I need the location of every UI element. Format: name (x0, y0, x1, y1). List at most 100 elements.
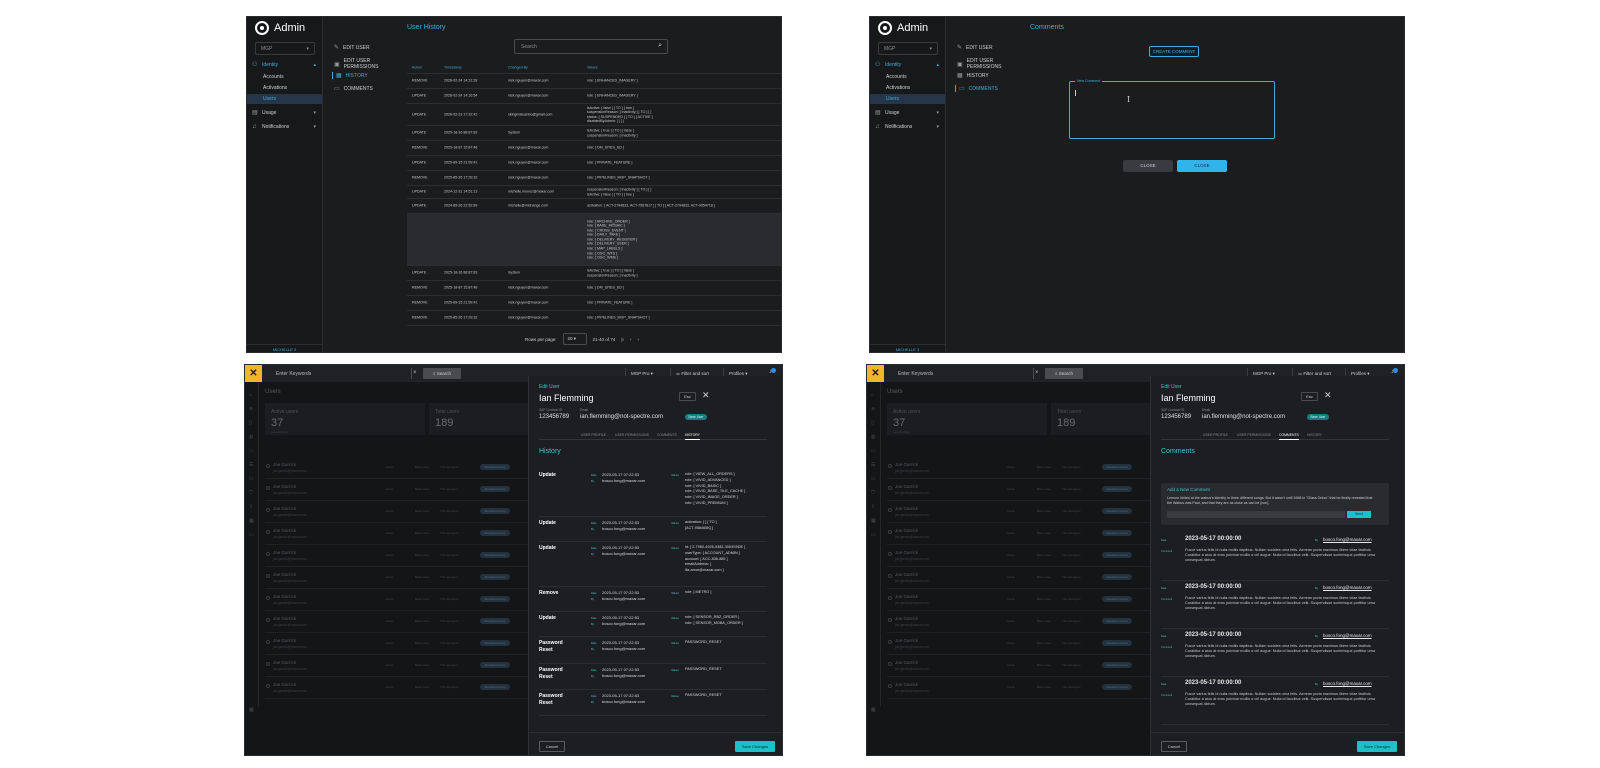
user-row[interactable]: Joe Garrick joe.garrick@maxar.com Active Ba… (887, 547, 1157, 567)
tab-user-profile[interactable]: User Profile (1203, 433, 1228, 437)
users-icon[interactable]: ⚇ (249, 476, 253, 482)
sub-item-activations[interactable]: Activations (870, 83, 945, 93)
row-checkbox[interactable] (266, 574, 270, 578)
layers-icon[interactable]: ≋ (871, 406, 875, 412)
subnav-comments[interactable]: ▭ Comments (955, 85, 998, 92)
user-row[interactable]: Joe Garrick joe.garrick@maxar.com Active Ba… (887, 525, 1157, 545)
nav-usage[interactable]: ▤ Usage ▾ (247, 107, 322, 118)
comment-author-link[interactable]: bosco.fong@maxar.com (1323, 585, 1372, 590)
comment-input-bar[interactable] (1167, 511, 1345, 518)
nav-notifications[interactable]: ♫ Notifications ▾ (870, 121, 945, 132)
subnav-comments[interactable]: ▭ Comments (334, 85, 373, 93)
layers-icon[interactable]: ≋ (249, 406, 253, 412)
document-icon[interactable]: ▯ (249, 420, 252, 426)
esc-button[interactable]: Esc (1301, 392, 1318, 401)
tab-comments[interactable]: Comments (657, 433, 677, 437)
user-row[interactable]: Joe Garrick joe.garrick@maxar.com Active Ba… (887, 591, 1157, 611)
sub-item-users[interactable]: Users (870, 94, 945, 104)
close-button-secondary[interactable]: Close (1123, 160, 1173, 172)
row-checkbox[interactable] (266, 684, 270, 688)
user-row[interactable]: Joe Garrick joe.garrick@maxar.com Active Ba… (887, 459, 1157, 479)
close-icon[interactable]: ✕ (1324, 390, 1332, 401)
user-row[interactable]: Joe Garrick joe.garrick@maxar.com Active Ba… (265, 525, 535, 545)
app-logo-icon[interactable]: ✕ (867, 365, 884, 382)
home-icon[interactable]: ⌂ (249, 392, 252, 398)
search-button[interactable]: ⌕ Search (423, 368, 461, 379)
globe-icon[interactable]: ◍ (249, 434, 253, 440)
save-changes-button[interactable]: Save Changes (735, 741, 775, 752)
sub-item-accounts[interactable]: Accounts (247, 72, 322, 82)
row-checkbox[interactable] (888, 508, 892, 512)
sub-item-activations[interactable]: Activations (247, 83, 322, 93)
column-header[interactable]: Changed By (508, 66, 528, 71)
clear-icon[interactable]: × (1035, 368, 1039, 379)
nav-notifications[interactable]: ♫ Notifications ▾ (247, 121, 322, 132)
monitor-icon[interactable]: ▭ (249, 532, 254, 538)
row-checkbox[interactable] (266, 618, 270, 622)
monitor-icon[interactable]: ▭ (871, 532, 876, 538)
folder-icon[interactable]: ▭ (249, 448, 254, 454)
column-header[interactable]: Timestamp (444, 66, 462, 71)
row-checkbox[interactable] (888, 552, 892, 556)
shield-icon[interactable]: ⛉ (249, 490, 253, 496)
tab-comments[interactable]: Comments (1279, 433, 1299, 440)
subnav-history[interactable]: ▦ History (332, 72, 368, 79)
next-page-icon[interactable]: › (637, 337, 639, 342)
keyword-search-input[interactable]: Enter Keywords (894, 368, 1034, 379)
user-row[interactable]: Joe Garrick joe.garrick@maxar.com Active Ba… (265, 591, 535, 611)
user-row[interactable]: Joe Garrick joe.garrick@maxar.com Active Ba… (265, 481, 535, 501)
upload-icon[interactable]: ⇧ (871, 504, 875, 510)
clear-icon[interactable]: × (413, 368, 417, 379)
row-checkbox[interactable] (888, 662, 892, 666)
subnav-history[interactable]: ▦ History (957, 72, 989, 80)
globe-icon[interactable]: ◍ (871, 434, 875, 440)
user-row[interactable]: Joe Garrick joe.garrick@maxar.com Active Ba… (887, 657, 1157, 677)
row-checkbox[interactable] (266, 640, 270, 644)
column-header[interactable]: Action (412, 66, 422, 71)
subnav-edit-user[interactable]: ✎ Edit User (334, 44, 370, 52)
user-row[interactable]: Joe Garrick joe.garrick@maxar.com Active Ba… (265, 679, 535, 699)
row-checkbox[interactable] (266, 552, 270, 556)
user-row[interactable]: Joe Garrick joe.garrick@maxar.com Active Ba… (265, 459, 535, 479)
row-checkbox[interactable] (888, 640, 892, 644)
close-button-primary[interactable]: Close (1177, 160, 1227, 172)
user-row[interactable]: Joe Garrick joe.garrick@maxar.com Active Ba… (887, 569, 1157, 589)
user-row[interactable]: Joe Garrick joe.garrick@maxar.com Active Ba… (265, 569, 535, 589)
row-checkbox[interactable] (888, 574, 892, 578)
row-checkbox[interactable] (266, 508, 270, 512)
tab-history[interactable]: History (1307, 433, 1322, 437)
tab-user-permissions[interactable]: User Permissions (615, 433, 649, 437)
shield-icon[interactable]: ⛉ (871, 490, 875, 496)
search-input[interactable]: Search ⌕ (514, 39, 668, 54)
send-comment-button[interactable]: Send (1347, 511, 1371, 518)
row-checkbox[interactable] (888, 684, 892, 688)
comment-author-link[interactable]: bosco.fong@maxar.com (1323, 633, 1372, 638)
row-checkbox[interactable] (266, 662, 270, 666)
row-checkbox[interactable] (888, 618, 892, 622)
list-icon[interactable]: ☰ (249, 462, 253, 468)
sub-item-users[interactable]: Users (247, 94, 322, 104)
subnav-edit-user[interactable]: ✎ Edit User (957, 44, 993, 52)
comment-author-link[interactable]: bosco.fong@maxar.com (1323, 537, 1372, 542)
search-icon[interactable]: ⌕ (658, 42, 662, 50)
apps-icon[interactable]: ▦ (249, 707, 254, 713)
nav-identity[interactable]: ⚇ Identity ▴ (247, 59, 322, 70)
tab-history[interactable]: History (685, 433, 700, 440)
grid-icon[interactable]: ▦ (871, 518, 876, 524)
new-comment-textarea[interactable]: New Comment I (1069, 79, 1275, 139)
esc-button[interactable]: Esc (679, 392, 696, 401)
apps-icon[interactable]: ▦ (871, 707, 876, 713)
prev-page-icon[interactable]: ‹ (630, 337, 632, 342)
user-row[interactable]: Joe Garrick joe.garrick@maxar.com Active Ba… (265, 503, 535, 523)
list-icon[interactable]: ☰ (871, 462, 875, 468)
tab-user-permissions[interactable]: User Permissions (1237, 433, 1271, 437)
sub-item-accounts[interactable]: Accounts (870, 72, 945, 82)
search-button[interactable]: ⌕ Search (1045, 368, 1083, 379)
document-icon[interactable]: ▯ (871, 420, 874, 426)
upload-icon[interactable]: ⇧ (249, 504, 253, 510)
row-checkbox[interactable] (266, 596, 270, 600)
row-checkbox[interactable] (266, 486, 270, 490)
tab-user-profile[interactable]: User Profile (581, 433, 606, 437)
user-row[interactable]: Joe Garrick joe.garrick@maxar.com Active Ba… (265, 635, 535, 655)
row-checkbox[interactable] (888, 596, 892, 600)
